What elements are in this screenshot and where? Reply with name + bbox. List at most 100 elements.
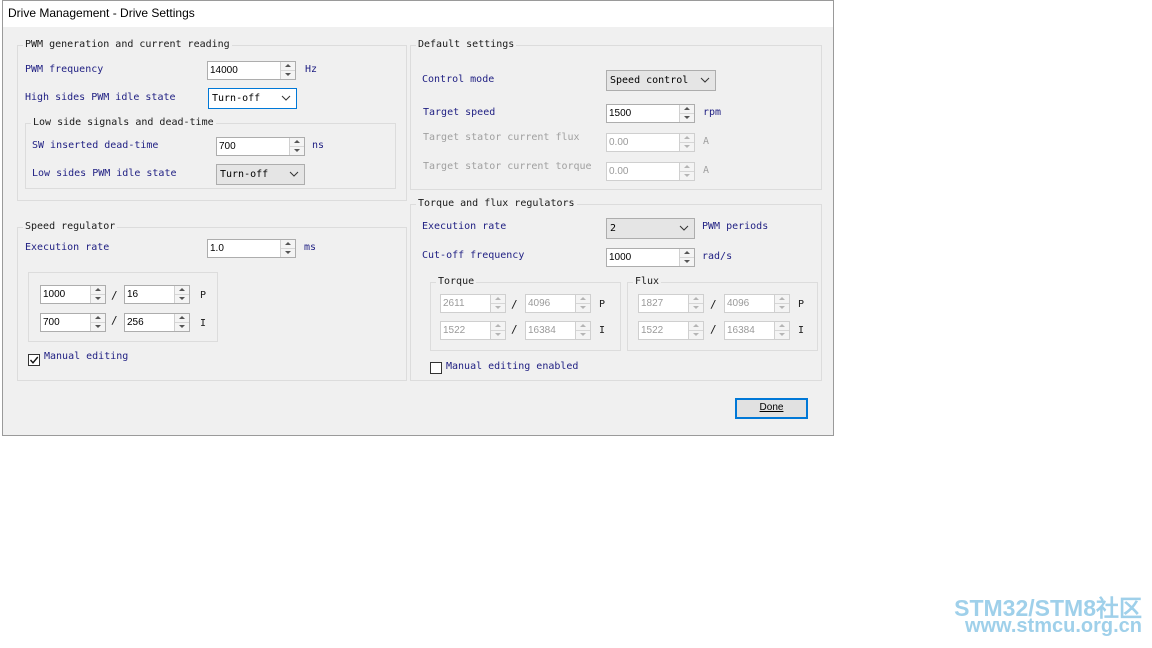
spin-up-icon bbox=[689, 322, 703, 331]
spin-up-icon[interactable] bbox=[91, 286, 105, 295]
speed-regulator-group: Speed regulator Execution rate 1.0 ms 10… bbox=[17, 221, 407, 381]
chevron-down-icon bbox=[289, 171, 299, 177]
spin-up-icon[interactable] bbox=[175, 286, 189, 295]
spin-up-icon bbox=[680, 134, 694, 143]
spin-down-icon[interactable] bbox=[281, 249, 295, 257]
checkmark-icon bbox=[29, 356, 39, 364]
low-side-legend: Low side signals and dead-time bbox=[31, 117, 216, 129]
spin-up-icon bbox=[680, 163, 694, 172]
speed-exec-value: 1.0 bbox=[210, 243, 224, 254]
speed-i-denominator[interactable]: 256 bbox=[124, 313, 190, 332]
title-bar[interactable]: Drive Management - Drive Settings bbox=[3, 1, 833, 27]
divider-slash: / bbox=[511, 298, 518, 311]
deadtime-label: SW inserted dead-time bbox=[32, 140, 159, 151]
spin-up-icon bbox=[576, 295, 590, 304]
torque-i-denominator: 16384 bbox=[525, 321, 591, 340]
speed-exec-unit: ms bbox=[304, 242, 317, 253]
spin-up-icon[interactable] bbox=[290, 138, 304, 147]
tf-manual-label: Manual editing enabled bbox=[446, 361, 579, 372]
speed-manual-checkbox[interactable] bbox=[28, 354, 40, 366]
pwm-frequency-label: PWM frequency bbox=[25, 64, 104, 75]
spin-down-icon[interactable] bbox=[680, 114, 694, 122]
spin-up-icon[interactable] bbox=[680, 105, 694, 114]
spin-down-icon bbox=[491, 331, 505, 339]
flux-p-denominator: 4096 bbox=[724, 294, 790, 313]
speed-exec-spinner[interactable]: 1.0 bbox=[207, 239, 296, 258]
target-flux-label: Target stator current flux bbox=[423, 132, 580, 143]
tf-exec-value: 2 bbox=[610, 223, 617, 234]
pwm-frequency-spinner[interactable]: 14000 bbox=[207, 61, 296, 80]
flux-i-denominator-value: 16384 bbox=[727, 325, 755, 336]
spin-down-icon[interactable] bbox=[290, 147, 304, 155]
control-mode-select[interactable]: Speed control bbox=[606, 70, 716, 91]
done-button-label: Done bbox=[759, 402, 784, 413]
high-idle-select[interactable]: Turn-off bbox=[208, 88, 297, 109]
window-title: Drive Management - Drive Settings bbox=[8, 6, 195, 20]
speed-manual-label: Manual editing bbox=[44, 351, 129, 362]
speed-p-label: P bbox=[200, 290, 207, 301]
low-idle-value: Turn-off bbox=[220, 169, 269, 180]
torque-p-numerator-value: 2611 bbox=[443, 298, 465, 309]
spin-down-icon bbox=[689, 304, 703, 312]
cutoff-spinner[interactable]: 1000 bbox=[606, 248, 695, 267]
target-speed-spinner[interactable]: 1500 bbox=[606, 104, 695, 123]
speed-i-label: I bbox=[200, 318, 207, 329]
cutoff-value: 1000 bbox=[609, 252, 632, 263]
spin-up-icon[interactable] bbox=[91, 314, 105, 323]
low-side-group: Low side signals and dead-time SW insert… bbox=[25, 117, 396, 189]
torque-flux-group: Torque and flux regulators Execution rat… bbox=[410, 198, 822, 381]
pwm-frequency-value: 14000 bbox=[210, 65, 238, 76]
target-torque-label: Target stator current torque bbox=[423, 161, 592, 172]
speed-i-denominator-value: 256 bbox=[127, 317, 144, 328]
flux-i-denominator: 16384 bbox=[724, 321, 790, 340]
deadtime-spinner[interactable]: 700 bbox=[216, 137, 305, 156]
spin-up-icon bbox=[775, 322, 789, 331]
tf-exec-unit: PWM periods bbox=[702, 221, 769, 232]
watermark-url: www.stmcu.org.cn bbox=[964, 615, 1142, 637]
spin-down-icon[interactable] bbox=[175, 323, 189, 331]
divider-slash: / bbox=[511, 323, 518, 336]
drive-settings-window: Drive Management - Drive Settings PWM ge… bbox=[2, 0, 834, 436]
torque-p-numerator: 2611 bbox=[440, 294, 506, 313]
spin-down-icon[interactable] bbox=[91, 295, 105, 303]
tf-exec-select[interactable]: 2 bbox=[606, 218, 695, 239]
spin-up-icon[interactable] bbox=[680, 249, 694, 258]
high-idle-label: High sides PWM idle state bbox=[25, 92, 176, 103]
high-idle-value: Turn-off bbox=[212, 93, 261, 104]
deadtime-unit: ns bbox=[312, 140, 325, 151]
spin-up-icon[interactable] bbox=[281, 240, 295, 249]
pwm-frequency-unit: Hz bbox=[305, 64, 318, 75]
pwm-group-legend: PWM generation and current reading bbox=[23, 39, 232, 51]
spin-down-icon[interactable] bbox=[175, 295, 189, 303]
spin-down-icon bbox=[576, 304, 590, 312]
speed-p-denominator[interactable]: 16 bbox=[124, 285, 190, 304]
target-speed-unit: rpm bbox=[703, 107, 722, 118]
torque-i-numerator-value: 1522 bbox=[443, 325, 466, 336]
spin-down-icon bbox=[775, 304, 789, 312]
target-speed-label: Target speed bbox=[423, 107, 496, 118]
deadtime-value: 700 bbox=[219, 141, 236, 152]
speed-p-numerator[interactable]: 1000 bbox=[40, 285, 106, 304]
spin-up-icon[interactable] bbox=[175, 314, 189, 323]
spin-up-icon bbox=[576, 322, 590, 331]
spin-down-icon bbox=[775, 331, 789, 339]
torque-p-denominator-value: 4096 bbox=[528, 298, 551, 309]
done-button[interactable]: Done bbox=[735, 398, 808, 419]
spin-down-icon bbox=[680, 143, 694, 151]
chevron-down-icon bbox=[679, 225, 689, 231]
flux-p-label: P bbox=[798, 299, 805, 310]
spin-down-icon bbox=[576, 331, 590, 339]
spin-down-icon[interactable] bbox=[281, 71, 295, 79]
cutoff-unit: rad/s bbox=[702, 251, 733, 262]
spin-up-icon[interactable] bbox=[281, 62, 295, 71]
speed-i-numerator[interactable]: 700 bbox=[40, 313, 106, 332]
spin-down-icon[interactable] bbox=[680, 258, 694, 266]
tf-exec-label: Execution rate bbox=[422, 221, 507, 232]
target-speed-value: 1500 bbox=[609, 108, 632, 119]
chevron-down-icon bbox=[281, 95, 291, 101]
target-flux-value: 0.00 bbox=[609, 137, 629, 148]
spin-down-icon[interactable] bbox=[91, 323, 105, 331]
tf-manual-checkbox[interactable] bbox=[430, 362, 442, 374]
torque-flux-legend: Torque and flux regulators bbox=[416, 198, 577, 210]
low-idle-select[interactable]: Turn-off bbox=[216, 164, 305, 185]
